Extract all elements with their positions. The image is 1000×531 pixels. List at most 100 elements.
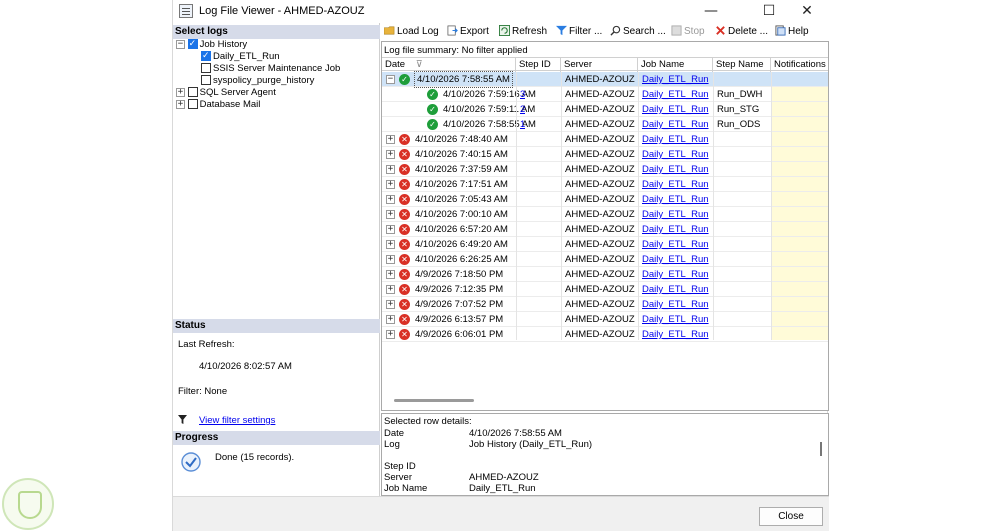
step-id-cell[interactable]: 2 [520, 102, 525, 117]
tree-item-syspolicy-purge[interactable]: syspolicy_purge_history [201, 75, 314, 87]
job-name-cell[interactable]: Daily_ETL_Run [642, 192, 709, 207]
table-row[interactable]: + ✕ 4/9/2026 6:13:57 PM AHMED-AZOUZ Daily_ET… [382, 312, 828, 327]
expand-icon[interactable]: + [386, 285, 395, 294]
table-row[interactable]: + ✕ 4/10/2026 7:17:51 AM AHMED-AZOUZ Daily_E… [382, 177, 828, 192]
checkbox-job-history[interactable] [187, 38, 198, 50]
tree-item-ssis-maintenance[interactable]: SSIS Server Maintenance Job [201, 63, 340, 75]
tree-item-database-mail[interactable]: + Database Mail [176, 99, 260, 111]
job-name-cell[interactable]: Daily_ETL_Run [642, 252, 709, 267]
expand-icon[interactable]: + [386, 180, 395, 189]
filter-button[interactable]: Filter ... [556, 25, 602, 39]
expand-icon[interactable]: + [386, 195, 395, 204]
horizontal-scrollbar[interactable] [394, 399, 474, 402]
table-row[interactable]: ✓ 4/10/2026 7:59:16 AM 3 AHMED-AZOUZ Daily_E… [382, 87, 828, 102]
job-name-cell[interactable]: Daily_ETL_Run [642, 297, 709, 312]
expand-icon[interactable]: + [386, 315, 395, 324]
detail-label: Server [384, 472, 412, 483]
job-name-cell[interactable]: Daily_ETL_Run [642, 327, 709, 342]
server-cell: AHMED-AZOUZ [565, 299, 635, 310]
collapse-icon[interactable]: − [176, 39, 185, 49]
tree-item-sql-server-agent[interactable]: + SQL Server Agent [176, 87, 276, 99]
job-name-cell[interactable]: Daily_ETL_Run [642, 222, 709, 237]
table-row[interactable]: + ✕ 4/10/2026 6:57:20 AM AHMED-AZOUZ Daily_E… [382, 222, 828, 237]
detail-value: Daily_ETL_Run [469, 483, 536, 494]
step-id-cell[interactable]: 3 [520, 87, 525, 102]
expand-icon[interactable]: + [386, 255, 395, 264]
selected-row-details: Selected row details: Date 4/10/2026 7:5… [381, 413, 829, 496]
expand-icon[interactable]: + [176, 87, 185, 97]
expand-icon[interactable]: + [386, 270, 395, 279]
table-row[interactable]: − ✓ 4/10/2026 7:58:55 AM AHMED-AZOUZ Daily_E… [382, 71, 828, 88]
table-row[interactable]: + ✕ 4/10/2026 7:37:59 AM AHMED-AZOUZ Daily_E… [382, 162, 828, 177]
window-title: Log File Viewer - AHMED-AZOUZ [199, 5, 365, 17]
job-name-cell[interactable]: Daily_ETL_Run [642, 72, 709, 87]
job-name-cell[interactable]: Daily_ETL_Run [642, 177, 709, 192]
column-step-id[interactable]: Step ID [516, 58, 561, 72]
table-row[interactable]: + ✕ 4/10/2026 7:40:15 AM AHMED-AZOUZ Daily_E… [382, 147, 828, 162]
checkbox-sql-server-agent[interactable] [187, 87, 198, 98]
column-server[interactable]: Server [561, 58, 638, 72]
server-cell: AHMED-AZOUZ [565, 164, 635, 175]
expand-icon[interactable]: + [386, 150, 395, 159]
expand-icon[interactable]: + [386, 225, 395, 234]
job-name-cell[interactable]: Daily_ETL_Run [642, 132, 709, 147]
tree-item-job-history[interactable]: − Job History [176, 38, 247, 51]
job-name-cell[interactable]: Daily_ETL_Run [642, 162, 709, 177]
help-button[interactable]: Help [775, 25, 809, 39]
job-name-cell[interactable]: Daily_ETL_Run [642, 117, 709, 132]
table-row[interactable]: + ✕ 4/10/2026 7:00:10 AM AHMED-AZOUZ Daily_E… [382, 207, 828, 222]
table-row[interactable]: + ✕ 4/9/2026 7:12:35 PM AHMED-AZOUZ Daily_ET… [382, 282, 828, 297]
expand-icon[interactable]: + [386, 330, 395, 339]
job-name-cell[interactable]: Daily_ETL_Run [642, 207, 709, 222]
detail-label: Date [384, 428, 405, 439]
table-row[interactable]: ✓ 4/10/2026 7:58:55 AM 1 AHMED-AZOUZ Daily_E… [382, 117, 828, 132]
expand-icon[interactable]: + [386, 210, 395, 219]
close-button[interactable]: Close [759, 507, 823, 526]
log-viewer-app-icon [179, 4, 193, 18]
minimize-button[interactable]: — [693, 2, 729, 20]
table-row[interactable]: + ✕ 4/10/2026 6:26:25 AM AHMED-AZOUZ Daily_E… [382, 252, 828, 267]
expand-icon[interactable]: + [386, 240, 395, 249]
column-job-name[interactable]: Job Name [638, 58, 713, 72]
checkbox-ssis-maintenance[interactable] [201, 63, 211, 74]
column-step-name[interactable]: Step Name [713, 58, 771, 72]
table-row[interactable]: + ✕ 4/9/2026 7:07:52 PM AHMED-AZOUZ Daily_ET… [382, 297, 828, 312]
step-id-cell[interactable]: 1 [520, 117, 525, 132]
details-scrollbar[interactable] [820, 442, 822, 456]
table-row[interactable]: + ✕ 4/10/2026 7:48:40 AM AHMED-AZOUZ Daily_E… [382, 132, 828, 147]
job-name-cell[interactable]: Daily_ETL_Run [642, 237, 709, 252]
export-button[interactable]: Export [447, 25, 489, 39]
table-row[interactable]: + ✕ 4/9/2026 6:06:01 PM AHMED-AZOUZ Daily_ET… [382, 327, 828, 342]
expand-icon[interactable]: + [386, 300, 395, 309]
collapse-icon[interactable]: − [386, 75, 395, 84]
column-date[interactable]: Date ⊽ [382, 58, 516, 72]
table-row[interactable]: + ✕ 4/10/2026 6:49:20 AM AHMED-AZOUZ Daily_E… [382, 237, 828, 252]
job-name-cell[interactable]: Daily_ETL_Run [642, 267, 709, 282]
expand-icon[interactable]: + [386, 135, 395, 144]
stop-button[interactable]: Stop [671, 25, 705, 39]
delete-button[interactable]: Delete ... [715, 25, 768, 39]
job-name-cell[interactable]: Daily_ETL_Run [642, 147, 709, 162]
view-filter-settings-link[interactable]: View filter settings [199, 415, 275, 426]
load-log-button[interactable]: Load Log [384, 25, 439, 39]
search-button[interactable]: Search ... [610, 25, 666, 39]
close-window-button[interactable]: ✕ [789, 2, 825, 20]
checkbox-syspolicy-purge[interactable] [201, 75, 211, 86]
checkbox-daily-etl-run[interactable] [201, 50, 211, 62]
maximize-button[interactable]: ☐ [751, 2, 787, 20]
table-row[interactable]: + ✕ 4/10/2026 7:05:43 AM AHMED-AZOUZ Daily_E… [382, 192, 828, 207]
expand-icon[interactable]: + [386, 165, 395, 174]
log-grid[interactable]: Log file summary: No filter applied Date… [381, 41, 829, 411]
job-name-cell[interactable]: Daily_ETL_Run [642, 282, 709, 297]
tree-item-daily-etl-run[interactable]: Daily_ETL_Run [201, 50, 280, 63]
job-name-cell[interactable]: Daily_ETL_Run [642, 87, 709, 102]
job-name-cell[interactable]: Daily_ETL_Run [642, 102, 709, 117]
table-row[interactable]: + ✕ 4/9/2026 7:18:50 PM AHMED-AZOUZ Daily_ET… [382, 267, 828, 282]
table-row[interactable]: ✓ 4/10/2026 7:59:11 AM 2 AHMED-AZOUZ Daily_E… [382, 102, 828, 117]
job-name-cell[interactable]: Daily_ETL_Run [642, 312, 709, 327]
expand-icon[interactable]: + [176, 99, 185, 109]
failure-icon: ✕ [399, 194, 410, 205]
column-notifications[interactable]: Notifications [771, 58, 828, 72]
refresh-button[interactable]: Refresh [499, 25, 547, 39]
checkbox-database-mail[interactable] [187, 99, 198, 110]
